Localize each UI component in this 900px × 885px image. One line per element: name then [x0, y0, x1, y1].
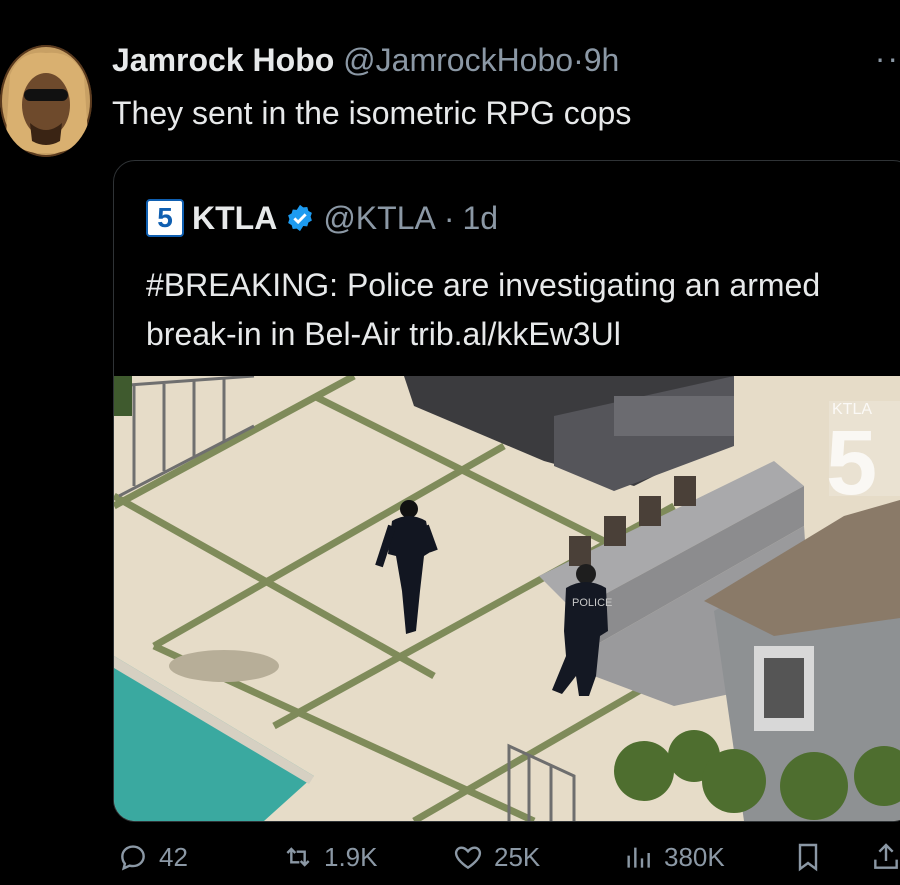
tweet-time[interactable]: 9h — [584, 42, 620, 78]
like-count: 25K — [494, 841, 541, 872]
repost-count: 1.9K — [324, 841, 378, 872]
quoted-time[interactable]: 1d — [462, 200, 498, 237]
tweet-header: Jamrock Hobo @JamrockHobo·9h — [112, 42, 619, 79]
ktla-logo-icon[interactable]: 5 — [146, 199, 184, 237]
more-dots-icon[interactable]: ·· — [875, 40, 900, 77]
action-bar: 42 1.9K 25K 380K — [112, 835, 900, 885]
repost-button[interactable]: 1.9K — [282, 841, 378, 873]
quoted-author-name[interactable]: KTLA — [192, 200, 277, 237]
svg-text:POLICE: POLICE — [572, 597, 612, 609]
verified-badge-icon — [285, 203, 315, 233]
views-button[interactable]: 380K — [622, 841, 725, 873]
author-name[interactable]: Jamrock Hobo — [112, 42, 334, 78]
meta-separator: · — [573, 42, 584, 78]
avatar-image — [0, 45, 92, 157]
author-handle[interactable]: @JamrockHobo — [343, 42, 573, 78]
reply-icon — [121, 845, 145, 871]
quoted-header: 5 KTLA @KTLA · 1d — [146, 199, 498, 237]
svg-text:5: 5 — [826, 412, 877, 514]
like-button[interactable]: 25K — [452, 841, 540, 873]
views-chart-icon — [627, 847, 650, 868]
reply-button[interactable]: 42 — [117, 841, 188, 873]
tweet-text: They sent in the isometric RPG cops — [112, 95, 632, 131]
views-count: 380K — [664, 841, 725, 872]
quoted-text: #BREAKING: Police are investigating an a… — [146, 267, 821, 352]
repost-icon — [286, 847, 310, 867]
quoted-handle[interactable]: @KTLA — [323, 200, 436, 237]
quoted-separator: · — [443, 199, 455, 236]
heart-icon — [454, 846, 482, 870]
bookmark-button[interactable] — [792, 841, 824, 873]
quoted-tweet-card[interactable]: 5 KTLA @KTLA · 1d #BREAKING: Police are in… — [113, 160, 900, 822]
share-button[interactable] — [870, 841, 900, 873]
reply-count: 42 — [159, 841, 188, 872]
bookmark-icon — [798, 843, 818, 872]
author-avatar[interactable] — [0, 45, 92, 157]
quoted-photo[interactable]: POLICE KTLA 5 — [114, 376, 900, 821]
share-icon — [874, 843, 898, 869]
